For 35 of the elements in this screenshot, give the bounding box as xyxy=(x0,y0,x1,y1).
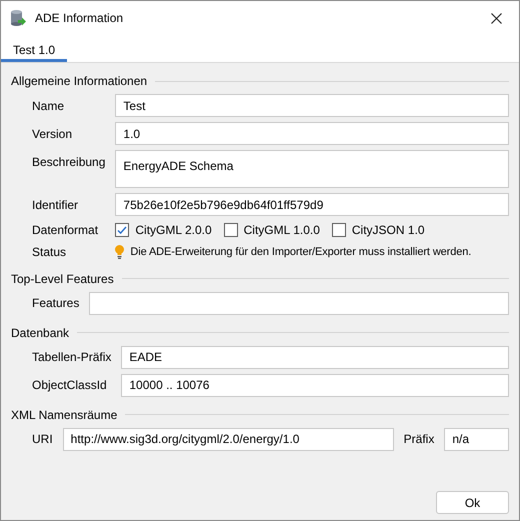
section-title: XML Namensräume xyxy=(11,406,118,424)
input-field[interactable]: http://www.sig3d.org/citygml/2.0/energy/1.0 xyxy=(62,428,394,450)
input-field[interactable]: 1.0 xyxy=(115,122,509,145)
lightbulb-icon xyxy=(115,245,124,260)
field-label: Beschreibung xyxy=(32,154,106,170)
field-label: Name xyxy=(32,98,66,114)
field-label: URI xyxy=(32,431,53,447)
field-label: ObjectClassId xyxy=(32,377,108,393)
tab[interactable]: Test 1.0 xyxy=(1,35,68,62)
database-icon xyxy=(9,9,27,27)
field-label: Tabellen-Präfix xyxy=(32,349,112,365)
section-title: Allgemeine Informationen xyxy=(11,73,148,90)
field-label: Datenformat xyxy=(32,222,100,238)
input-field[interactable] xyxy=(89,292,509,314)
checkbox[interactable]: CityGML 1.0.0 xyxy=(224,221,320,239)
input-field[interactable]: EADE xyxy=(121,346,509,368)
text-area[interactable]: EnergyADE Schema xyxy=(115,150,509,188)
checkbox[interactable]: CityJSON 1.0 xyxy=(332,221,425,239)
field-label: Präfix xyxy=(404,431,434,448)
field-label: Features xyxy=(32,295,80,311)
input-field[interactable]: Test xyxy=(115,94,509,117)
window-title: ADE Information xyxy=(35,10,124,27)
field-label: Identifier xyxy=(32,196,80,212)
input-field[interactable]: n/a xyxy=(444,428,510,450)
field-label: Version xyxy=(32,126,74,142)
section-title: Datenbank xyxy=(11,324,70,342)
checkmark-icon xyxy=(116,224,128,236)
ok-button[interactable]: Ok xyxy=(436,491,509,514)
input-field[interactable]: 75b26e10f2e5b796e9db64f01ff579d9 xyxy=(115,193,509,216)
close-icon xyxy=(490,12,502,24)
section-title: Top-Level Features xyxy=(11,270,114,288)
checkbox[interactable]: CityGML 2.0.0 xyxy=(115,221,212,239)
status-message: Die ADE-Erweiterung für den Importer/Exporter muss installiert werden. xyxy=(130,245,472,260)
input-field[interactable]: 10000 .. 10076 xyxy=(121,374,509,396)
field-label: Status xyxy=(32,244,68,260)
